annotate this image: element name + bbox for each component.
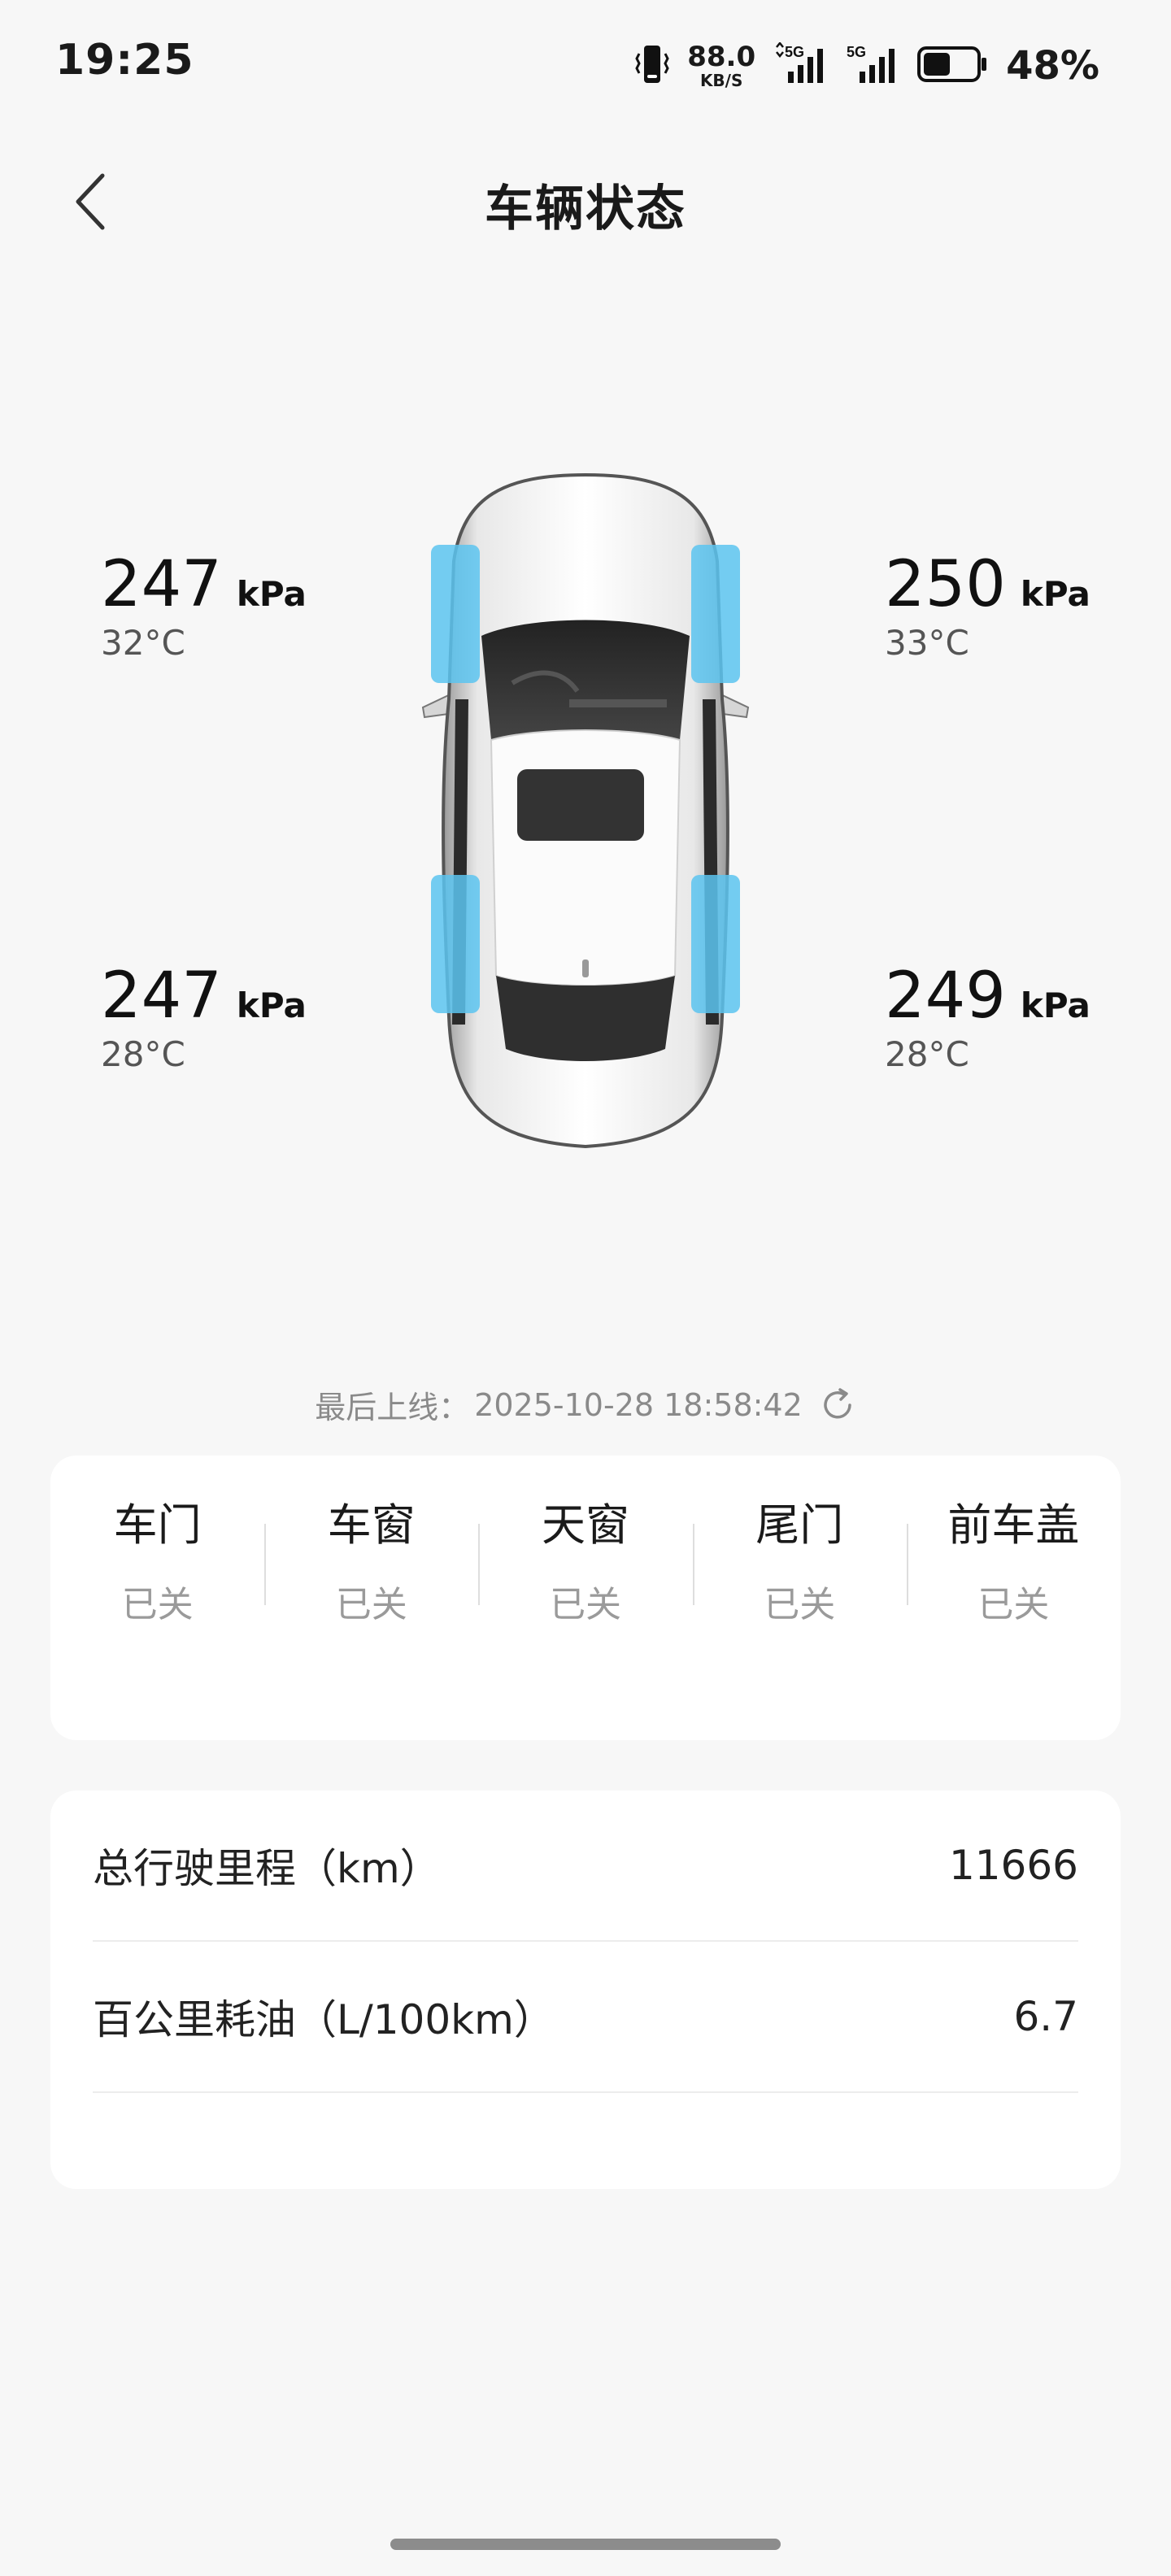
page-title: 车辆状态	[485, 181, 686, 237]
tire-front-left: 247 kPa 32°C	[101, 553, 361, 663]
svg-text:5G: 5G	[847, 44, 866, 60]
tire-front-right: 250 kPa 33°C	[885, 553, 1145, 663]
tire-rear-right: 249 kPa 28°C	[885, 964, 1145, 1074]
status-item-name: 车窗	[327, 1499, 416, 1551]
status-item-name: 前车盖	[947, 1499, 1080, 1551]
car-top-view-image	[407, 455, 764, 1171]
battery-percent: 48%	[1006, 43, 1099, 89]
mileage-value: 11666	[948, 1842, 1078, 1889]
tire-temperature: 32°C	[101, 623, 185, 663]
stats-row-mileage: 总行驶里程（km） 11666	[93, 1791, 1078, 1942]
status-time: 19:25	[55, 36, 194, 85]
header: 车辆状态	[0, 154, 1171, 252]
status-item-tailgate: 尾门 已关	[692, 1499, 907, 1627]
tire-rear-left: 247 kPa 28°C	[101, 964, 361, 1074]
last-online: 最后上线： 2025-10-28 18:58:42	[0, 1382, 1171, 1427]
network-speed: 88.0 KB/S	[687, 43, 755, 89]
status-item-state: 已关	[121, 1583, 194, 1625]
signal-5g-secondary-icon: 5G	[845, 42, 899, 89]
fuel-consumption-value: 6.7	[1013, 1993, 1078, 2040]
status-item-state: 已关	[335, 1583, 407, 1625]
network-speed-unit: KB/S	[699, 71, 743, 90]
tire-pressure-unit: kPa	[1020, 986, 1090, 1025]
status-item-name: 天窗	[542, 1499, 629, 1551]
battery-icon	[916, 46, 988, 86]
vehicle-status-card: 车门 已关 车窗 已关 天窗 已关 尾门 已关 前车盖 已关	[50, 1456, 1121, 1740]
vehicle-status-list: 车门 已关 车窗 已关 天窗 已关 尾门 已关 前车盖 已关	[50, 1456, 1121, 1627]
fuel-consumption-label: 百公里耗油（L/100km）	[93, 1996, 555, 2043]
status-icons: 88.0 KB/S 5G 5G 48%	[635, 37, 1099, 94]
tire-pressure-value: 247	[101, 548, 222, 621]
tire-pressure-value: 250	[885, 548, 1006, 621]
status-item-state: 已关	[977, 1583, 1050, 1625]
stats-row-fuel: 百公里耗油（L/100km） 6.7	[93, 1942, 1078, 2093]
refresh-icon[interactable]	[819, 1386, 856, 1424]
mileage-label: 总行驶里程（km）	[93, 1845, 441, 1892]
status-item-door: 车门 已关	[50, 1499, 264, 1627]
tire-pressure-unit: kPa	[236, 574, 307, 614]
status-item-hood: 前车盖 已关	[906, 1499, 1121, 1627]
tire-pressure-unit: kPa	[1020, 574, 1090, 614]
home-indicator[interactable]	[390, 2539, 781, 2550]
status-item-state: 已关	[764, 1583, 836, 1625]
vibrate-icon	[635, 42, 669, 89]
tire-temperature: 28°C	[885, 1034, 969, 1074]
tire-pressure-section: 247 kPa 32°C 250 kPa 33°C 247 kPa 28°C 2…	[0, 455, 1171, 1187]
svg-text:5G: 5G	[785, 44, 804, 60]
tire-temperature: 28°C	[101, 1034, 185, 1074]
tire-pressure-value: 249	[885, 959, 1006, 1033]
tire-temperature: 33°C	[885, 623, 969, 663]
tire-pressure-unit: kPa	[236, 986, 307, 1025]
signal-5g-icon: 5G	[773, 41, 827, 89]
tire-pressure-value: 247	[101, 959, 222, 1033]
driving-stats-card: 总行驶里程（km） 11666 百公里耗油（L/100km） 6.7	[50, 1791, 1121, 2189]
status-bar: 19:25 88.0 KB/S 5G 5G 48%	[0, 0, 1171, 122]
status-item-name: 车门	[113, 1499, 202, 1551]
last-online-time: 2025-10-28 18:58:42	[474, 1386, 803, 1423]
status-item-name: 尾门	[755, 1499, 844, 1551]
status-item-window: 车窗 已关	[264, 1499, 478, 1627]
status-item-sunroof: 天窗 已关	[478, 1499, 692, 1627]
network-speed-value: 88.0	[687, 41, 756, 73]
status-item-state: 已关	[550, 1583, 621, 1625]
last-online-label: 最后上线：	[315, 1390, 470, 1425]
